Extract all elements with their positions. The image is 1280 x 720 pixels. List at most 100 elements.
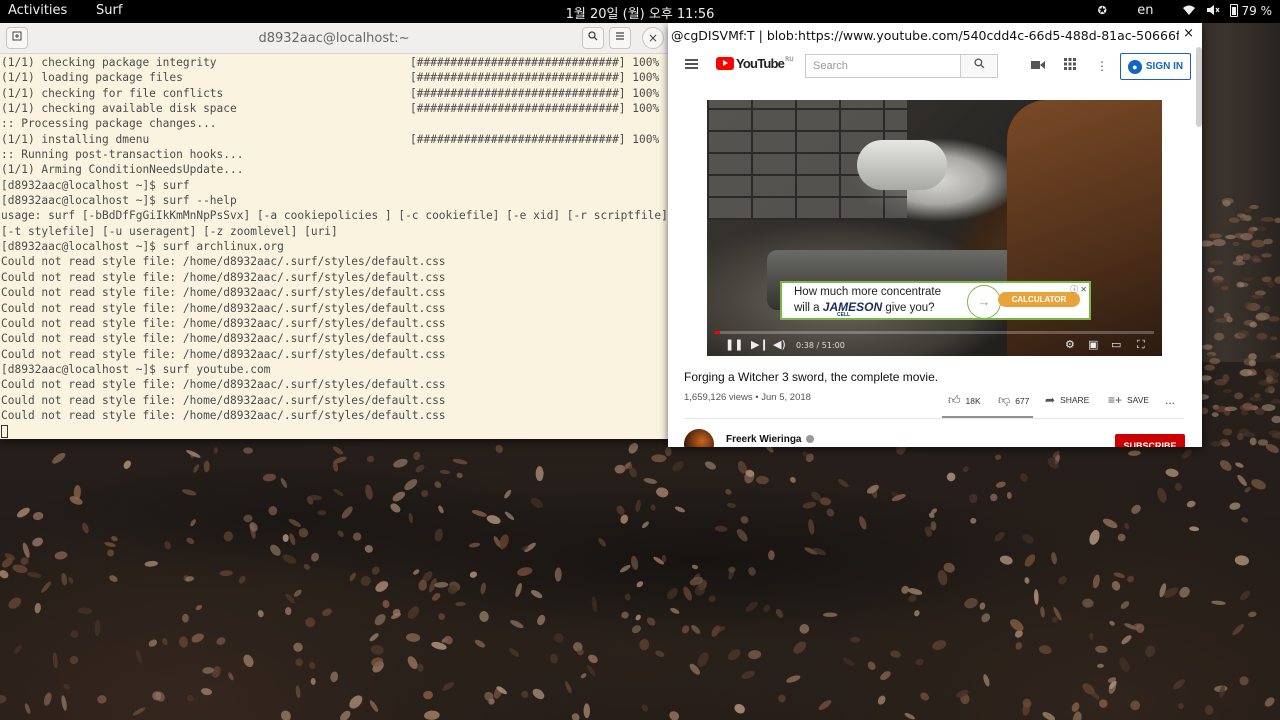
leaf <box>94 619 101 636</box>
leaf <box>1102 518 1118 529</box>
create-video-icon[interactable] <box>1030 58 1046 74</box>
fullscreen-icon[interactable]: ⛶ <box>1137 338 1145 352</box>
leaf <box>54 551 68 560</box>
leaf <box>1131 504 1141 514</box>
leaf <box>1089 689 1100 700</box>
subscribe-button[interactable]: SUBSCRIBE <box>1115 434 1185 447</box>
leaf <box>748 650 762 660</box>
leaf <box>1244 487 1251 493</box>
next-icon[interactable]: ▶❙ <box>751 338 769 351</box>
leaf <box>295 658 303 667</box>
leaf <box>1042 711 1056 720</box>
leaf <box>1224 406 1238 412</box>
leaf <box>1232 241 1240 246</box>
leaf <box>1244 302 1252 310</box>
surf-title: @cgDISVMf:T | blob:https://www.youtube.c… <box>671 28 1179 43</box>
terminal-progress-bar: [##############################] 100% <box>410 132 660 146</box>
menu-button[interactable] <box>609 27 631 49</box>
system-tray[interactable]: ✪ en 79 % <box>1095 3 1272 18</box>
scrollbar[interactable] <box>1196 47 1202 127</box>
leaf <box>636 581 644 588</box>
terminal-line-text: Could not read style file: /home/d8932aa… <box>1 316 446 330</box>
save-label: SAVE <box>1127 395 1150 405</box>
leaf <box>371 566 380 575</box>
leaf <box>223 531 234 542</box>
search-button[interactable] <box>960 54 998 78</box>
sign-in-button[interactable]: ● SIGN IN <box>1120 53 1191 80</box>
leaf <box>280 710 291 720</box>
app-menu[interactable]: Surf <box>96 3 122 18</box>
theater-mode-icon[interactable]: ▭ <box>1111 338 1121 351</box>
leaf <box>382 599 390 608</box>
search-input[interactable]: Search <box>805 54 961 78</box>
leaf <box>1177 703 1184 709</box>
leaf <box>778 694 786 703</box>
like-button[interactable]: 👍︎ 18K <box>948 393 981 408</box>
leaf <box>305 617 316 628</box>
leaf <box>135 650 143 664</box>
time-display: 0:38 / 51:00 <box>796 341 845 350</box>
channel-avatar[interactable] <box>684 429 714 447</box>
leaf <box>907 588 923 595</box>
leaf <box>588 654 598 664</box>
leaf <box>289 533 296 546</box>
leaf <box>1251 479 1266 490</box>
language-indicator[interactable]: en <box>1137 3 1153 18</box>
leaf <box>946 472 956 482</box>
terminal-prompt-line[interactable] <box>1 423 668 438</box>
leaf <box>1249 437 1257 446</box>
volume-icon[interactable]: ◀) <box>773 338 786 351</box>
leaf <box>69 656 79 665</box>
terminal-line: Could not read style file: /home/d8932aa… <box>1 301 668 316</box>
leaf <box>932 640 947 650</box>
activities-button[interactable]: Activities <box>8 3 67 18</box>
search-icon <box>973 58 984 69</box>
terminal-window[interactable]: d8932aac@localhost:~ × (1/1) checking pa… <box>0 23 668 439</box>
clock[interactable]: 1월 20일 (월) 오후 11:56 <box>566 7 715 22</box>
leaf <box>504 511 515 521</box>
overlay-ad[interactable]: How much more concentrate will a JAMESON… <box>780 281 1091 320</box>
leaf <box>392 491 406 502</box>
leaf <box>349 695 363 709</box>
terminal-output[interactable]: (1/1) checking package integrity [#######… <box>0 54 668 439</box>
hamburger-icon[interactable] <box>685 59 698 69</box>
progress-bar[interactable] <box>715 331 1154 334</box>
leaf <box>1264 388 1271 393</box>
video-player[interactable]: How much more concentrate will a JAMESON… <box>707 100 1162 356</box>
leaf <box>635 614 641 621</box>
ad-close-icon[interactable]: ⓘ ✕ <box>1070 284 1087 295</box>
leaf <box>1225 234 1236 240</box>
pause-icon[interactable]: ❚❚ <box>725 338 743 351</box>
more-vert-icon[interactable]: ⋮ <box>1094 58 1110 74</box>
save-button[interactable]: ≡+ SAVE <box>1108 393 1149 407</box>
close-button[interactable]: × <box>642 27 664 49</box>
surf-window[interactable]: @cgDISVMf:T | blob:https://www.youtube.c… <box>668 23 1202 447</box>
terminal-line-text: Could not read style file: /home/d8932aa… <box>1 270 446 284</box>
terminal-line-text: (1/1) loading package files <box>1 71 183 85</box>
leaf <box>818 700 832 711</box>
close-icon[interactable]: × <box>1183 26 1194 41</box>
leaf <box>650 504 656 511</box>
leaf <box>365 484 373 500</box>
accessibility-icon[interactable]: ✪ <box>1095 4 1109 18</box>
video-meta: 1,659,126 views • Jun 5, 2018 <box>684 392 811 403</box>
share-button[interactable]: ➦ SHARE <box>1045 393 1089 407</box>
youtube-logo[interactable]: YouTube RU <box>716 56 794 71</box>
terminal-progress-bar: [##############################] 100% <box>410 102 660 116</box>
apps-grid-icon[interactable] <box>1062 58 1078 74</box>
leaf <box>1237 474 1247 486</box>
channel-name[interactable]: Freerk Wieringa <box>726 434 814 445</box>
leaf <box>639 638 650 651</box>
leaf <box>1256 333 1268 341</box>
dislike-button[interactable]: 👎︎ 677 <box>998 393 1029 408</box>
leaf <box>369 633 379 642</box>
miniplayer-icon[interactable]: ▣ <box>1088 338 1098 351</box>
settings-icon[interactable]: ⚙ <box>1065 338 1075 351</box>
more-actions-button[interactable]: ... <box>1165 393 1175 407</box>
leaf <box>262 473 277 482</box>
search-button[interactable] <box>582 27 604 49</box>
ad-cta-button[interactable]: CALCULATOR <box>998 292 1080 307</box>
leaf <box>322 608 332 617</box>
leaf <box>850 636 861 643</box>
leaf <box>340 710 351 720</box>
